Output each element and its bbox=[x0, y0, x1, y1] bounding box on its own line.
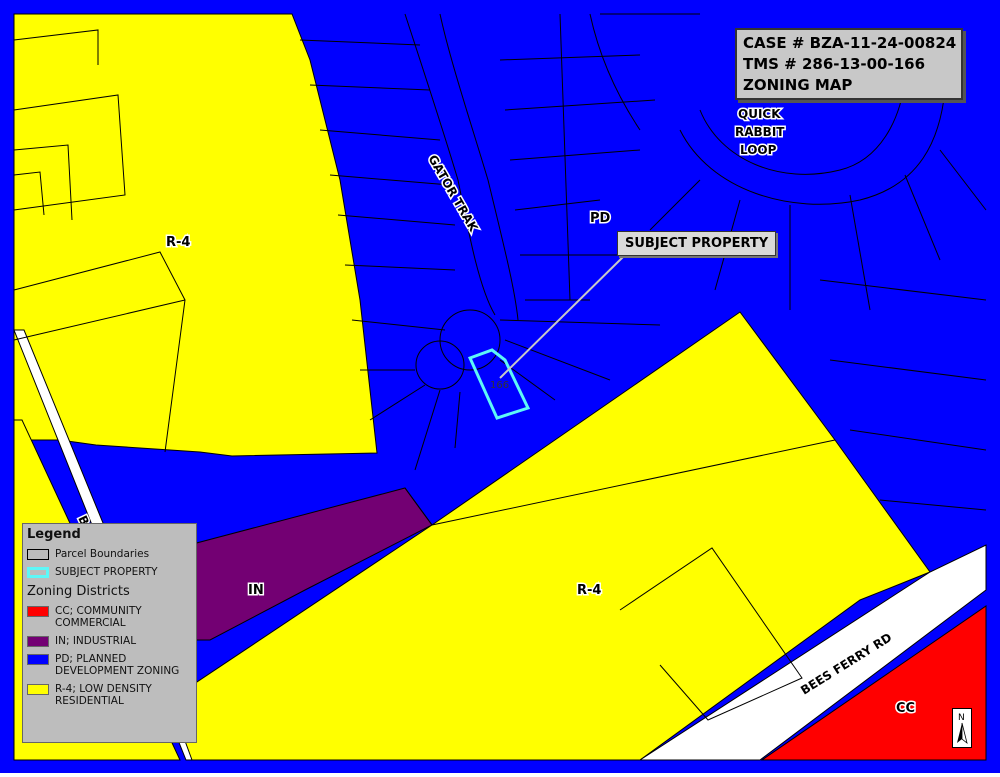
map-legend: Legend Parcel Boundaries SUBJECT PROPERT… bbox=[22, 523, 197, 743]
zone-label-r4-west: R-4 bbox=[166, 235, 190, 250]
cc-swatch bbox=[27, 606, 49, 617]
legend-pd-label: PD; PLANNED DEVELOPMENT ZONING bbox=[55, 653, 180, 677]
parcel-number: 166 bbox=[490, 380, 509, 391]
in-swatch bbox=[27, 636, 49, 647]
subject-property-callout: SUBJECT PROPERTY bbox=[617, 231, 777, 256]
north-arrow-icon: N bbox=[957, 713, 968, 745]
zoning-map: 166 R-4 PD IN R-4 CC GATOR TRAK QUICK RA… bbox=[0, 0, 1000, 773]
legend-item-pd: PD; PLANNED DEVELOPMENT ZONING bbox=[23, 653, 196, 677]
street-label-quick-rabbit-3: LOOP bbox=[740, 143, 777, 157]
legend-zoning-heading: Zoning Districts bbox=[27, 584, 130, 599]
north-letter: N bbox=[958, 713, 965, 723]
legend-parcel-boundaries: Parcel Boundaries bbox=[23, 548, 196, 560]
legend-item-in: IN; INDUSTRIAL bbox=[23, 635, 196, 647]
legend-cc-label: CC; COMMUNITY COMMERCIAL bbox=[55, 605, 142, 629]
legend-r4-label: R-4; LOW DENSITY RESIDENTIAL bbox=[55, 683, 152, 707]
legend-parcel-label: Parcel Boundaries bbox=[55, 548, 150, 560]
pd-swatch bbox=[27, 654, 49, 665]
legend-subject-property: SUBJECT PROPERTY bbox=[23, 566, 196, 578]
street-label-quick-rabbit-1: QUICK bbox=[738, 107, 781, 121]
street-label-quick-rabbit-2: RABBIT bbox=[735, 125, 785, 139]
zone-label-pd: PD bbox=[590, 211, 611, 226]
parcel-boundary-swatch bbox=[27, 549, 49, 560]
case-number: CASE # BZA-11-24-00824 bbox=[743, 34, 957, 52]
map-title: ZONING MAP bbox=[743, 76, 853, 94]
map-title-box: CASE # BZA-11-24-00824 TMS # 286-13-00-1… bbox=[735, 28, 963, 100]
legend-item-r4: R-4; LOW DENSITY RESIDENTIAL bbox=[23, 683, 196, 707]
legend-in-label: IN; INDUSTRIAL bbox=[55, 635, 137, 647]
legend-subject-label: SUBJECT PROPERTY bbox=[55, 566, 158, 578]
r4-swatch bbox=[27, 684, 49, 695]
legend-title: Legend bbox=[27, 527, 81, 542]
north-arrow: N bbox=[952, 708, 972, 748]
subject-property-swatch bbox=[27, 567, 49, 578]
zone-label-in: IN bbox=[248, 583, 264, 598]
tms-number: TMS # 286-13-00-166 bbox=[743, 55, 926, 73]
zone-label-cc: CC bbox=[896, 701, 915, 716]
legend-item-cc: CC; COMMUNITY COMMERCIAL bbox=[23, 605, 196, 629]
zone-label-r4-south: R-4 bbox=[577, 583, 601, 598]
